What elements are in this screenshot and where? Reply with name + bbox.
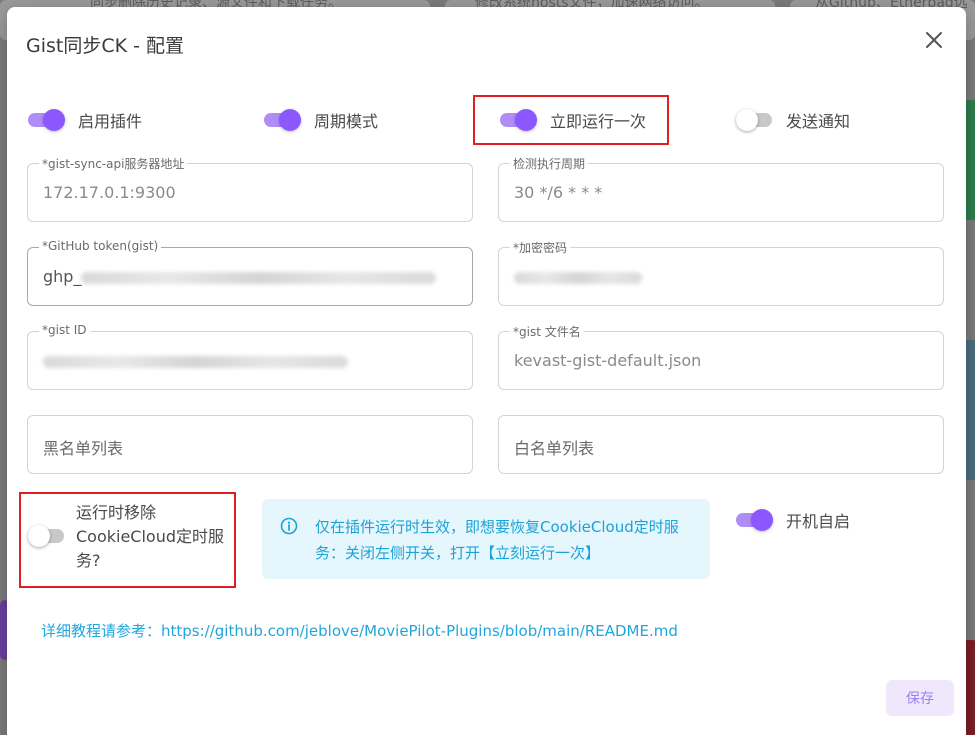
whitelist-input[interactable]: 白名单列表 xyxy=(514,435,594,459)
gist-id-field[interactable]: *gist ID xyxy=(27,323,473,390)
redacted-token xyxy=(81,271,437,284)
switch-cron-mode[interactable]: 周期模式 xyxy=(264,108,378,132)
switch-enable-plugin[interactable]: 启用插件 xyxy=(28,108,142,132)
info-alert-text: 仅在插件运行时生效，即想要恢复CookieCloud定时服务：关闭左侧开关，打开… xyxy=(315,518,679,562)
autostart-toggle[interactable] xyxy=(736,509,773,531)
autostart-label: 开机自启 xyxy=(786,512,851,531)
close-icon[interactable] xyxy=(923,29,945,51)
blacklist-input[interactable]: 黑名单列表 xyxy=(43,435,123,459)
redacted-gist-id xyxy=(43,355,348,368)
config-dialog: Gist同步CK - 配置 启用插件 周期模式 立即运行一次 发送通知 *gis… xyxy=(7,7,966,735)
github-token-input[interactable]: ghp_ xyxy=(43,267,437,286)
run-once-toggle[interactable] xyxy=(500,109,537,131)
github-token-prefix: ghp_ xyxy=(43,267,82,286)
gist-filename-field[interactable]: *gist 文件名 kevast-gist-default.json xyxy=(498,323,944,390)
gist-filename-input[interactable]: kevast-gist-default.json xyxy=(514,351,701,370)
remove-on-run-toggle[interactable] xyxy=(28,525,64,547)
cron-input[interactable]: 30 */6 * * * xyxy=(514,183,602,202)
cron-mode-toggle[interactable] xyxy=(264,109,301,131)
switch-notify[interactable]: 发送通知 xyxy=(736,108,850,132)
cron-field-label: 检测执行周期 xyxy=(510,155,589,172)
remove-on-run-label: 运行时移除CookieCloud定时服务? xyxy=(76,503,225,570)
redacted-password xyxy=(514,271,642,284)
notify-toggle[interactable] xyxy=(736,109,772,131)
gist-filename-field-label: *gist 文件名 xyxy=(510,323,584,340)
switch-autostart[interactable]: 开机自启 xyxy=(736,508,850,532)
api-server-field-label: *gist-sync-api服务器地址 xyxy=(39,155,188,172)
blacklist-field[interactable]: 黑名单列表 xyxy=(27,415,473,474)
encrypt-password-field-label: *加密密码 xyxy=(510,239,571,256)
api-server-input[interactable]: 172.17.0.1:9300 xyxy=(43,183,176,202)
dialog-title: Gist同步CK - 配置 xyxy=(26,35,185,57)
encrypt-password-field[interactable]: *加密密码 xyxy=(498,239,944,306)
gist-id-input[interactable] xyxy=(43,351,348,370)
github-token-field-label: *GitHub token(gist) xyxy=(39,239,162,253)
info-alert: 仅在插件运行时生效，即想要恢复CookieCloud定时服务：关闭左侧开关，打开… xyxy=(262,499,710,579)
gist-id-field-label: *gist ID xyxy=(39,323,90,337)
notify-label: 发送通知 xyxy=(786,112,851,131)
info-icon xyxy=(280,517,298,535)
enable-plugin-label: 启用插件 xyxy=(78,112,143,131)
run-once-label: 立即运行一次 xyxy=(550,112,647,131)
tutorial-link[interactable]: 详细教程请参考：https://github.com/jeblove/Movie… xyxy=(41,620,678,641)
whitelist-field[interactable]: 白名单列表 xyxy=(498,415,944,474)
github-token-field[interactable]: *GitHub token(gist) ghp_ xyxy=(27,239,473,306)
encrypt-password-input[interactable] xyxy=(514,267,642,286)
save-button[interactable]: 保存 xyxy=(886,680,954,716)
cron-mode-label: 周期模式 xyxy=(314,112,379,131)
cron-field[interactable]: 检测执行周期 30 */6 * * * xyxy=(498,155,944,222)
enable-plugin-toggle[interactable] xyxy=(28,109,65,131)
api-server-field[interactable]: *gist-sync-api服务器地址 172.17.0.1:9300 xyxy=(27,155,473,222)
switch-run-once[interactable]: 立即运行一次 xyxy=(500,108,646,132)
